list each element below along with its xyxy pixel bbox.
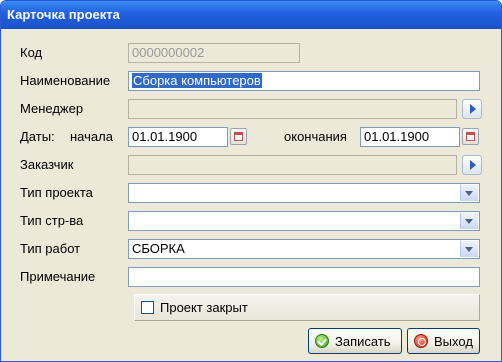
exit-icon	[414, 334, 428, 348]
manager-lookup-button[interactable]	[462, 99, 482, 119]
code-label: Код	[20, 45, 43, 60]
start-date-input[interactable]: 01.01.1900	[128, 127, 228, 147]
row-manager: Менеджер	[4, 97, 498, 121]
manager-field[interactable]	[128, 99, 457, 119]
end-date-input[interactable]: 01.01.1900	[360, 127, 460, 147]
name-input[interactable]: Сборка компьютеров	[128, 71, 480, 91]
checkmark-icon	[315, 334, 329, 348]
construction-type-select[interactable]	[128, 211, 480, 231]
note-input[interactable]	[128, 267, 480, 287]
project-closed-label[interactable]: Проект закрыт	[160, 300, 248, 315]
calendar-icon[interactable]	[230, 128, 247, 145]
work-type-value: СБОРКА	[132, 241, 185, 256]
window-title: Карточка проекта	[1, 1, 501, 29]
save-button[interactable]: Записать	[308, 328, 402, 354]
chevron-down-icon[interactable]	[460, 185, 478, 201]
row-code: Код 0000000002	[4, 41, 498, 65]
name-label: Наименование	[20, 73, 111, 88]
chevron-down-icon[interactable]	[460, 213, 478, 229]
end-date-label: окончания	[284, 129, 347, 144]
save-button-label: Записать	[335, 334, 391, 349]
row-dates: Даты: начала 01.01.1900 окончания 01.01.…	[4, 125, 498, 149]
work-type-select[interactable]: СБОРКА	[128, 239, 480, 259]
chevron-down-icon[interactable]	[460, 241, 478, 257]
row-name: Наименование Сборка компьютеров	[4, 69, 498, 93]
project-closed-checkbox[interactable]	[141, 301, 154, 314]
exit-button[interactable]: Выход	[407, 328, 480, 354]
project-card-window: Карточка проекта Код 0000000002 Наименов…	[0, 0, 502, 362]
customer-field[interactable]	[128, 155, 457, 175]
note-label: Примечание	[20, 269, 96, 284]
construction-type-label: Тип стр-ва	[20, 213, 84, 228]
row-work-type: Тип работ СБОРКА	[4, 237, 498, 261]
project-type-select[interactable]	[128, 183, 480, 203]
start-date-label: начала	[70, 129, 113, 144]
form-area: Код 0000000002 Наименование Сборка компь…	[4, 29, 498, 358]
exit-button-label: Выход	[434, 334, 473, 349]
work-type-label: Тип работ	[20, 241, 81, 256]
row-construction-type: Тип стр-ва	[4, 209, 498, 233]
row-note: Примечание	[4, 265, 498, 289]
row-customer: Заказчик	[4, 153, 498, 177]
customer-lookup-button[interactable]	[462, 155, 482, 175]
customer-label: Заказчик	[20, 157, 74, 172]
manager-label: Менеджер	[20, 101, 84, 116]
name-value: Сборка компьютеров	[132, 73, 262, 88]
project-closed-panel: Проект закрыт	[134, 294, 480, 321]
dates-label: Даты:	[20, 129, 55, 144]
project-type-label: Тип проекта	[20, 185, 93, 200]
code-field: 0000000002	[128, 43, 300, 63]
calendar-icon[interactable]	[462, 128, 479, 145]
row-project-type: Тип проекта	[4, 181, 498, 205]
